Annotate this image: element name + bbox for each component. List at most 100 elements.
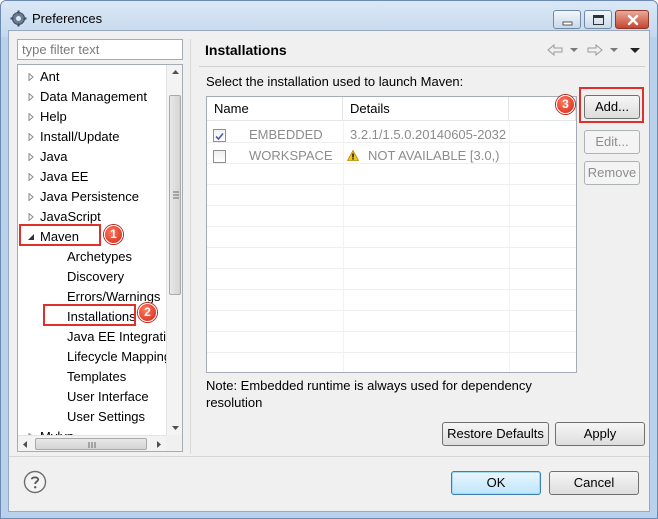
table-row-line [207,331,576,332]
tree-item-help[interactable]: Help [40,107,67,127]
workspace-checkbox[interactable] [213,150,226,163]
help-icon[interactable] [23,470,47,494]
page-title: Installations [205,42,287,58]
tree-item-label: Data Management [40,89,147,104]
embedded-runtime-note: Note: Embedded runtime is always used fo… [206,378,532,410]
table-row-line [207,226,576,227]
add-button-highlight-box [579,87,644,123]
panel-divider[interactable] [190,39,191,454]
restore-defaults-button[interactable]: Restore Defaults [442,422,549,446]
ok-button[interactable]: OK [451,471,541,495]
column-header-name[interactable]: Name [207,97,343,121]
tree-item-java-ee-integration[interactable]: Java EE Integration [67,327,180,347]
tree-item-label: Errors/Warnings [67,289,161,304]
preferences-tree: Ant Data Management Help Install/Update Java… [17,64,183,452]
tree-vertical-scrollbar[interactable] [166,65,183,435]
maximize-button[interactable] [584,10,612,29]
tree-horizontal-scrollbar[interactable] [18,435,166,452]
scroll-down-arrow-icon[interactable] [167,421,183,435]
forward-dropdown-icon[interactable] [610,48,618,52]
step-badge-1: 1 [104,225,123,244]
scroll-up-arrow-icon[interactable] [167,65,183,79]
collapsed-arrow-icon[interactable] [27,113,35,121]
embedded-checkbox[interactable] [213,129,226,142]
edit-installation-button[interactable]: Edit... [584,130,640,154]
cancel-button[interactable]: Cancel [549,471,639,495]
tree-item-label: JavaScript [40,209,101,224]
tree-item-user-settings[interactable]: User Settings [67,407,145,427]
table-row-line [207,247,576,248]
collapsed-arrow-icon[interactable] [27,213,35,221]
installation-name[interactable]: WORKSPACE [249,146,333,166]
tree-item-label: Java [40,149,68,164]
collapsed-arrow-icon[interactable] [27,173,35,181]
table-row-line [207,310,576,311]
tree-item-label: Ant [40,69,60,84]
tree-item-label: Java EE [40,169,89,184]
tree-item-java-ee[interactable]: Java EE [40,167,88,187]
tree-item-java[interactable]: Java [40,147,67,167]
tree-item-label: Lifecycle Mapping [67,349,172,364]
title-separator [199,66,645,67]
close-window-button[interactable] [615,10,649,29]
back-arrow-icon[interactable] [547,43,563,57]
collapsed-arrow-icon[interactable] [27,193,35,201]
scroll-right-arrow-icon[interactable] [152,436,166,452]
tree-horizontal-scroll-thumb[interactable] [35,438,147,450]
maximize-icon [593,15,604,25]
column-header-details[interactable]: Details [343,97,509,121]
installation-details[interactable]: 3.2.1/1.5.0.20140605-2032 [350,125,506,145]
tree-item-user-interface[interactable]: User Interface [67,387,149,407]
installation-details[interactable]: NOT AVAILABLE [3.0,) [368,146,500,166]
tree-vertical-scroll-thumb[interactable] [169,95,181,295]
collapsed-arrow-icon[interactable] [27,73,35,81]
forward-arrow-icon[interactable] [587,43,603,57]
tree-item-templates[interactable]: Templates [67,367,126,387]
footer-separator [9,456,649,457]
tree-item-label: Discovery [67,269,125,284]
tree-item-install-update[interactable]: Install/Update [40,127,120,147]
installation-name[interactable]: EMBEDDED [249,125,323,145]
tree-item-label: Templates [67,369,127,384]
window-title: Preferences [32,11,103,26]
apply-button[interactable]: Apply [555,422,645,446]
warning-icon [347,150,359,161]
step-badge-2: 2 [138,303,157,322]
grip-icon [88,442,96,448]
maven-highlight-box [19,224,101,246]
page-navigation [547,43,640,57]
collapsed-arrow-icon[interactable] [27,133,35,141]
installations-highlight-box [43,304,136,326]
filter-input[interactable] [17,39,183,60]
tree-item-label: Install/Update [40,129,120,144]
installation-prompt: Select the installation used to launch M… [206,74,464,89]
tree-item-label: Java EE Integration [67,329,181,344]
checkmark-icon [215,132,224,141]
tree-item-java-persistence[interactable]: Java Persistence [40,187,139,207]
close-icon [627,14,639,26]
tree-item-discovery[interactable]: Discovery [67,267,124,287]
tree-item-label: User Interface [67,389,149,404]
table-row-line [207,352,576,353]
back-dropdown-icon[interactable] [570,48,578,52]
preferences-window: Preferences Ant Data Management Help Instal… [0,0,658,519]
tree-item-lifecycle-mapping[interactable]: Lifecycle Mapping [67,347,171,367]
scroll-left-arrow-icon[interactable] [18,436,32,452]
view-menu-icon[interactable] [630,48,640,53]
preferences-app-icon [10,10,27,27]
minimize-button[interactable] [553,10,581,29]
tree-item-label: Java Persistence [40,189,139,204]
collapsed-arrow-icon[interactable] [27,153,35,161]
step-badge-3: 3 [556,95,575,114]
tree-item-label: User Settings [67,409,146,424]
tree-item-label: Help [40,109,67,124]
remove-installation-button[interactable]: Remove [584,161,640,185]
table-row-line [207,289,576,290]
grip-icon [173,191,179,199]
tree-item-ant[interactable]: Ant [40,67,60,87]
installations-table: Name Details EMBEDDED 3.2.1/1.5.0.201406… [206,96,577,373]
tree-item-data-management[interactable]: Data Management [40,87,147,107]
collapsed-arrow-icon[interactable] [27,93,35,101]
tree-item-label: Archetypes [67,249,133,264]
tree-item-archetypes[interactable]: Archetypes [67,247,132,267]
